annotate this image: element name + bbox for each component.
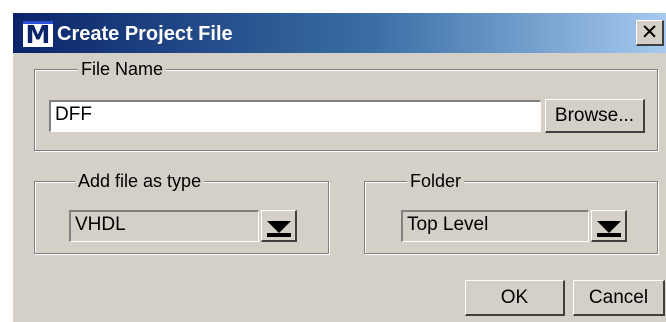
app-icon-letter: M bbox=[25, 20, 51, 49]
file-name-group: File Name DFF Browse... bbox=[34, 58, 658, 151]
title-bar[interactable]: M Create Project File ✕ bbox=[13, 13, 666, 53]
create-project-file-dialog: M Create Project File ✕ File Name DFF Br… bbox=[12, 12, 666, 322]
file-type-select[interactable]: VHDL bbox=[69, 210, 259, 242]
folder-select[interactable]: Top Level bbox=[401, 210, 589, 242]
dialog-title: Create Project File bbox=[57, 23, 233, 45]
chevron-down-icon bbox=[596, 220, 621, 233]
file-type-dropdown-button[interactable] bbox=[261, 210, 297, 242]
folder-legend: Folder bbox=[407, 170, 465, 192]
ok-button[interactable]: OK bbox=[465, 280, 565, 316]
close-icon: ✕ bbox=[640, 20, 659, 44]
file-name-input[interactable]: DFF bbox=[49, 100, 541, 132]
dropdown-bar-icon bbox=[266, 232, 291, 237]
modelsim-app-icon: M bbox=[23, 20, 53, 49]
file-type-group: Add file as type VHDL bbox=[34, 170, 329, 254]
dropdown-bar-icon bbox=[596, 232, 621, 237]
folder-group: Folder Top Level bbox=[364, 170, 658, 254]
cancel-button[interactable]: Cancel bbox=[573, 280, 665, 316]
file-name-legend: File Name bbox=[78, 58, 167, 80]
file-type-legend: Add file as type bbox=[75, 170, 205, 192]
chevron-down-icon bbox=[266, 220, 291, 233]
browse-button[interactable]: Browse... bbox=[545, 99, 645, 133]
close-button[interactable]: ✕ bbox=[636, 20, 664, 46]
folder-dropdown-button[interactable] bbox=[591, 210, 627, 242]
